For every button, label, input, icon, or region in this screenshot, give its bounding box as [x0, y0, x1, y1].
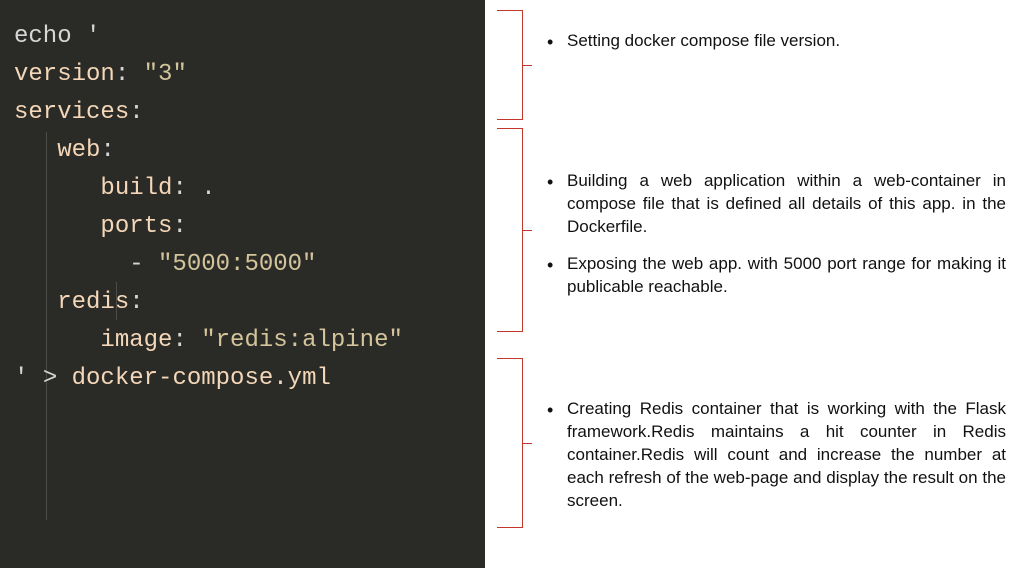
token-echo: echo: [14, 23, 86, 50]
indent-guide: [46, 132, 47, 520]
code-panel: echo ' version: "3" services: web: build…: [0, 0, 485, 568]
indent: [14, 327, 100, 354]
code-line-8: redis:: [14, 284, 485, 322]
code-line-3: services:: [14, 94, 485, 132]
bracket-tick: [522, 443, 532, 444]
token-redirect: >: [43, 365, 72, 392]
indent: [14, 175, 100, 202]
token-key: redis: [57, 289, 129, 316]
note-text: Setting docker compose file version.: [543, 30, 1006, 53]
token-string: "redis:alpine": [201, 327, 403, 354]
note-text: Exposing the web app. with 5000 port ran…: [543, 253, 1006, 299]
code-line-2: version: "3": [14, 56, 485, 94]
token-colon: :: [129, 289, 143, 316]
token-key: build: [100, 175, 172, 202]
indent-guide: [116, 282, 117, 320]
token-quote: ': [86, 23, 100, 50]
token-colon: :: [100, 137, 114, 164]
note-text: Creating Redis container that is working…: [543, 398, 1006, 513]
indent: [14, 289, 57, 316]
note-text: Building a web application within a web-…: [543, 170, 1006, 239]
bracket-tick: [522, 65, 532, 66]
token-key: services: [14, 99, 129, 126]
bracket-2: [497, 128, 523, 332]
indent: [14, 137, 57, 164]
note-2: Building a web application within a web-…: [543, 170, 1006, 313]
token-key: web: [57, 137, 100, 164]
token-colon: :: [172, 175, 201, 202]
token-string: "5000:5000": [158, 251, 316, 278]
token-key: image: [100, 327, 172, 354]
code-line-6: ports:: [14, 208, 485, 246]
token-dash: -: [129, 251, 158, 278]
bracket-tick: [522, 230, 532, 231]
code-line-5: build: .: [14, 170, 485, 208]
indent: [14, 251, 129, 278]
code-line-9: image: "redis:alpine": [14, 322, 485, 360]
annotations-panel: Setting docker compose file version. Bui…: [485, 0, 1024, 568]
token-key: ports: [100, 213, 172, 240]
bracket-3: [497, 358, 523, 528]
code-line-10: ' > docker-compose.yml: [14, 360, 485, 398]
token-dot: .: [201, 175, 215, 202]
token-filename: docker-compose.yml: [72, 365, 331, 392]
code-line-7: - "5000:5000": [14, 246, 485, 284]
token-key: version: [14, 61, 115, 88]
token-colon: :: [129, 99, 143, 126]
bracket-1: [497, 10, 523, 120]
note-3: Creating Redis container that is working…: [543, 398, 1006, 527]
token-string: "3": [144, 61, 187, 88]
token-colon: :: [115, 61, 144, 88]
code-line-1: echo ': [14, 18, 485, 56]
code-line-4: web:: [14, 132, 485, 170]
note-1: Setting docker compose file version.: [543, 30, 1006, 67]
token-colon: :: [172, 213, 186, 240]
token-colon: :: [172, 327, 201, 354]
token-quote: ': [14, 365, 43, 392]
indent: [14, 213, 100, 240]
